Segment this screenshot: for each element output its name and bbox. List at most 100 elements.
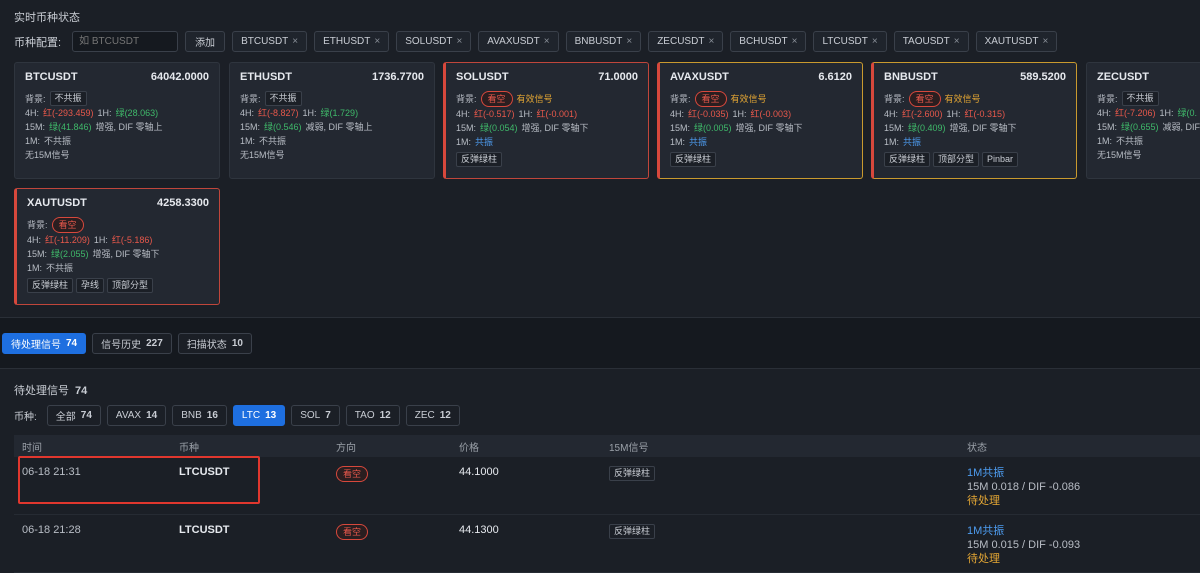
close-icon[interactable]: × xyxy=(708,36,714,47)
filter-button-label: TAO xyxy=(354,410,375,421)
header-time[interactable]: 时间 xyxy=(22,439,42,454)
close-icon[interactable]: × xyxy=(374,36,380,47)
pattern-tag: 顶部分型 xyxy=(107,278,154,293)
status-resonance: 1M共振 xyxy=(967,467,1005,479)
pattern-tag: 反弹绿柱 xyxy=(456,152,503,167)
symbol-card[interactable]: XAUTUSDT 4258.3300 背景: 看空 4H: 红(-11.209) 1H: 红(… xyxy=(14,188,220,305)
header-direction[interactable]: 方向 xyxy=(336,439,356,454)
symbol-card[interactable]: BTCUSDT 64042.0000 背景: 不共振 4H: 红(-293.459) 1H:… xyxy=(14,62,220,179)
card-1m-line: 1M: 不共振 xyxy=(240,134,424,148)
label-1h: 1H: xyxy=(732,109,747,119)
value-4h: 红(-7.206) xyxy=(1115,108,1156,118)
background-badge: 不共振 xyxy=(1121,91,1159,106)
label-1m: 1M: xyxy=(240,136,256,146)
filter-button[interactable]: AVAX 14 xyxy=(106,405,167,426)
signal-tag: 反弹绿柱 xyxy=(609,524,656,539)
background-label: 背景: xyxy=(27,220,48,230)
chip-label: ETHUSDT xyxy=(323,36,371,47)
background-badge: 看空 xyxy=(51,217,84,233)
label-4h: 4H: xyxy=(25,108,40,118)
symbol-card[interactable]: AVAXUSDT 6.6120 背景: 看空 有效信号 4H: 红(-0.035) 1H: 红(… xyxy=(657,62,863,179)
card-1m-line: 1M: 共振 xyxy=(456,135,638,149)
close-icon[interactable]: × xyxy=(456,36,462,47)
filter-button[interactable]: ZEC 12 xyxy=(405,405,460,426)
card-header: ZECUSDT xyxy=(1097,71,1196,83)
label-1m: 1M: xyxy=(456,137,472,147)
label-4h: 4H: xyxy=(884,109,899,119)
status-detail: 15M 0.018 / DIF -0.086 xyxy=(967,481,1081,493)
value-15m: 绿(0.546) xyxy=(264,122,302,132)
card-15m-line: 15M:绿(0.655)减弱, DIF 零 xyxy=(1097,120,1200,134)
label-1h: 1H: xyxy=(946,109,961,119)
symbol-chip[interactable]: XAUTUSDT × xyxy=(975,31,1058,52)
value-15m: 绿(0.054) xyxy=(480,123,518,133)
symbol-chip[interactable]: BNBUSDT × xyxy=(565,31,642,52)
pattern-tag: 孕线 xyxy=(76,278,105,293)
chip-list: BTCUSDT × ETHUSDT × SOLUSDT × AVAXUSDT × BNBUSDT… xyxy=(232,31,1058,52)
symbol-chip[interactable]: LTCUSDT × xyxy=(813,31,887,52)
card-symbol: XAUTUSDT xyxy=(27,197,87,209)
close-icon[interactable]: × xyxy=(872,36,878,47)
label-1h: 1H: xyxy=(302,108,317,118)
value-1m: 不共振 xyxy=(44,136,72,146)
filter-button[interactable]: LTC 13 xyxy=(232,405,286,426)
row-coin: LTCUSDT xyxy=(179,524,230,536)
filter-button[interactable]: BNB 16 xyxy=(172,405,227,426)
tab-history[interactable]: 信号历史 227 xyxy=(92,333,172,354)
header-price[interactable]: 价格 xyxy=(459,439,479,454)
close-icon[interactable]: × xyxy=(626,36,632,47)
table-row[interactable]: 06-18 21:28 LTCUSDT 看空 44.1300 反弹绿柱 1M共振 15M 0… xyxy=(14,515,1200,573)
value-15m: 绿(41.846) xyxy=(49,122,92,132)
filter-button[interactable]: SOL 7 xyxy=(291,405,340,426)
no-signal-text: 无15M信号 xyxy=(1097,150,1142,160)
card-4h-1h-line: 4H: 红(-8.827) 1H: 绿(1.729) xyxy=(240,106,424,120)
symbol-chip[interactable]: TAOUSDT × xyxy=(893,31,969,52)
symbol-chip[interactable]: ZECUSDT × xyxy=(648,31,724,52)
value-1m: 不共振 xyxy=(1116,136,1144,146)
chip-label: BCHUSDT xyxy=(739,36,788,47)
close-icon[interactable]: × xyxy=(1042,36,1048,47)
pattern-tag: 反弹绿柱 xyxy=(670,152,717,167)
symbol-chip[interactable]: SOLUSDT × xyxy=(396,31,472,52)
card-1m-line: 1M: 不共振 xyxy=(27,261,209,275)
tab-scan[interactable]: 扫描状态 10 xyxy=(177,333,252,354)
filter-button[interactable]: 全部 74 xyxy=(46,405,101,426)
filter-button-label: SOL xyxy=(300,410,321,421)
header-signal[interactable]: 15M信号 xyxy=(609,439,648,454)
label-15m: 15M: xyxy=(884,123,905,133)
symbol-chip[interactable]: AVAXUSDT × xyxy=(478,31,559,52)
filter-list: 全部 74 AVAX 14 BNB 16 LTC 13 SOL 7 TAO 12 ZEC 12 xyxy=(46,405,460,426)
label-15m: 15M: xyxy=(25,122,46,132)
filter-button-label: BNB xyxy=(181,410,202,421)
symbol-input[interactable] xyxy=(72,31,179,52)
label-1h: 1H: xyxy=(1159,108,1174,118)
symbol-chip[interactable]: BCHUSDT × xyxy=(730,31,807,52)
card-15m-line: 15M: 绿(0.005) 增强, DIF 零轴下 xyxy=(670,121,852,135)
add-button[interactable]: 添加 xyxy=(185,31,226,52)
state-15m: 减弱, DIF 零 xyxy=(1162,122,1200,132)
card-4h-1h-line: 4H: 红(-7.206) 1H: 绿(0. xyxy=(1097,106,1197,120)
close-icon[interactable]: × xyxy=(292,36,298,47)
symbol-chip[interactable]: BTCUSDT × xyxy=(232,31,308,52)
symbol-card[interactable]: BNBUSDT 589.5200 背景: 看空 有效信号 4H: 红(-2.600) 1H: 红… xyxy=(871,62,1077,179)
symbol-chip[interactable]: ETHUSDT × xyxy=(314,31,390,52)
symbol-card[interactable]: ZECUSDT 背景: 不共振 4H: 红(-7.206) 1H: 绿(0. 15M: 绿(0.… xyxy=(1086,62,1200,179)
tab-pending[interactable]: 待处理信号 74 xyxy=(2,333,87,354)
symbol-card[interactable]: ETHUSDT 1736.7700 背景: 不共振 4H: 红(-8.827) 1H: 绿(1… xyxy=(229,62,435,179)
header-coin[interactable]: 币种 xyxy=(179,439,199,454)
close-icon[interactable]: × xyxy=(954,36,960,47)
card-4h-1h-line: 4H: 红(-11.209) 1H: 红(-5.186) xyxy=(27,233,209,247)
value-1h: 红(-5.186) xyxy=(111,235,153,245)
value-1h: 红(-0.001) xyxy=(536,109,578,119)
close-icon[interactable]: × xyxy=(544,36,550,47)
card-price: 4258.3300 xyxy=(157,197,209,209)
label-4h: 4H: xyxy=(240,108,255,118)
card-background-line: 背景: 不共振 xyxy=(25,91,209,106)
chip-label: LTCUSDT xyxy=(822,36,868,47)
close-icon[interactable]: × xyxy=(792,36,798,47)
filter-button-label: ZEC xyxy=(414,410,435,421)
state-15m: 增强, DIF 零轴下 xyxy=(949,123,1017,133)
symbol-card[interactable]: SOLUSDT 71.0000 背景: 看空 有效信号 4H: 红(-0.517) 1H: 红(… xyxy=(443,62,649,179)
filter-button[interactable]: TAO 12 xyxy=(345,405,400,426)
header-status[interactable]: 状态 xyxy=(967,439,987,454)
